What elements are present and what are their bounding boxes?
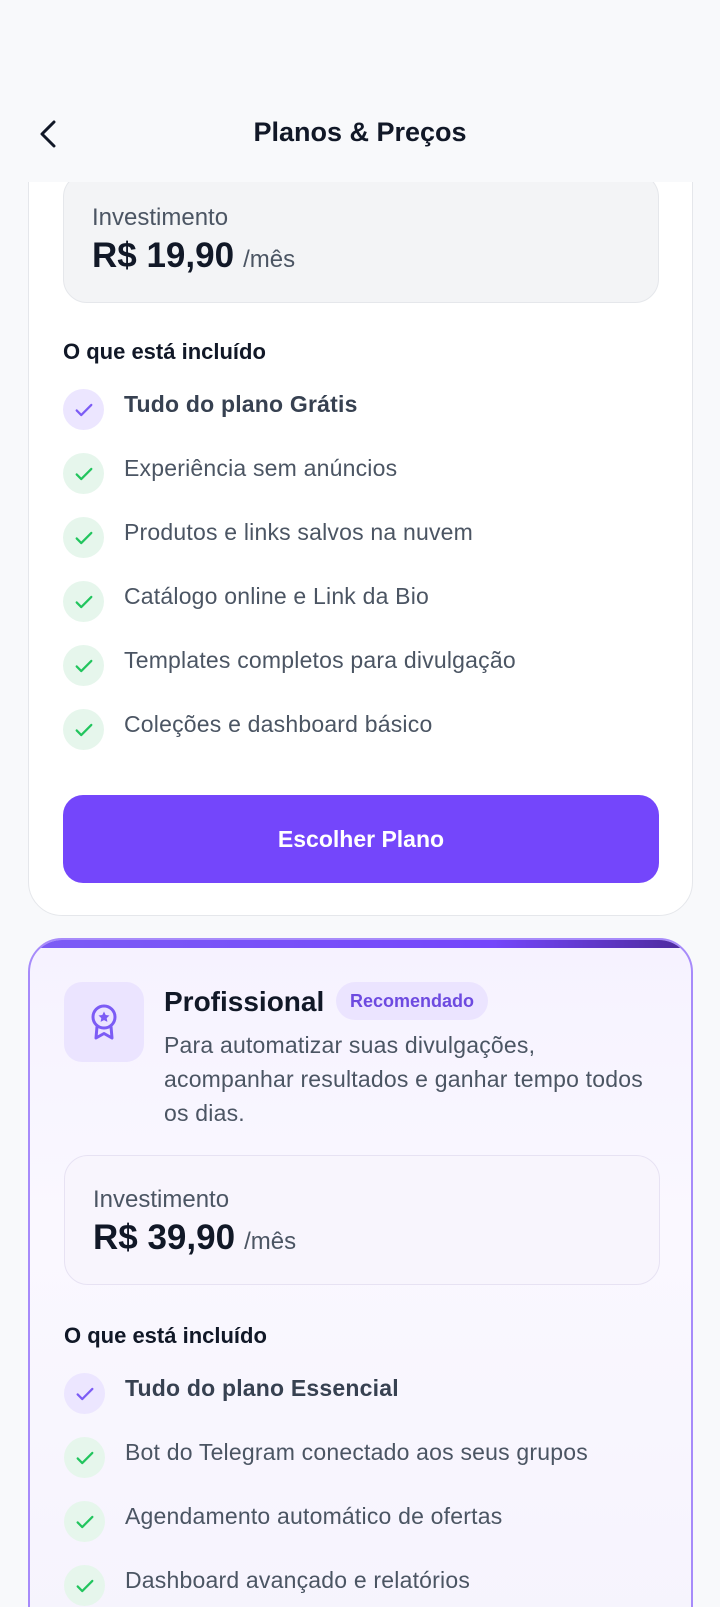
check-icon [63,581,104,622]
feature-list: Tudo do plano Essencial Bot do Telegram … [64,1373,664,1607]
check-icon [64,1501,105,1542]
price-period: /mês [244,1228,297,1255]
feature-item: Dashboard avançado e relatórios [64,1565,664,1607]
plan-card-profissional: Profissional Recomendado Para automatiza… [28,938,693,1607]
feature-item: Templates completos para divulgação [63,645,663,711]
feature-item: Bot do Telegram conectado aos seus grupo… [64,1437,664,1503]
check-icon [63,645,104,686]
pricing-page: Investimento R$ 19,90 /mês O que está in… [0,0,720,1607]
plan-card-essencial: Investimento R$ 19,90 /mês O que está in… [28,120,693,916]
feature-text: Coleções e dashboard básico [124,711,433,737]
recommended-badge: Recomendado [336,982,489,1020]
recommended-accent-bar [30,940,691,948]
feature-text: Tudo do plano Grátis [124,391,358,417]
choose-plan-button[interactable]: Escolher Plano [63,795,659,883]
feature-text: Dashboard avançado e relatórios [125,1567,471,1593]
feature-item: Tudo do plano Essencial [64,1373,664,1439]
feature-item: Agendamento automático de ofertas [64,1501,664,1567]
check-icon [64,1437,105,1478]
feature-text: Tudo do plano Essencial [125,1375,399,1401]
check-icon [64,1565,105,1606]
feature-item: Experiência sem anúncios [63,453,663,519]
app-header: Planos & Preços [0,0,720,182]
investment-label: Investimento [93,1186,230,1213]
price-period: /mês [243,246,296,273]
check-icon [64,1373,105,1414]
feature-item: Coleções e dashboard básico [63,709,663,775]
investment-box: Investimento R$ 19,90 /mês [63,173,659,303]
page-title: Planos & Preços [253,117,467,147]
feature-item: Tudo do plano Grátis [63,389,663,455]
feature-item: Catálogo online e Link da Bio [63,581,663,647]
price: R$ 39,90 [93,1218,236,1257]
feature-text: Templates completos para divulgação [124,647,516,673]
plan-name: Profissional [164,986,325,1017]
plan-description: Para automatizar suas divulgações, acomp… [164,1032,643,1126]
check-icon [63,709,104,750]
check-icon [63,453,104,494]
feature-text: Bot do Telegram conectado aos seus grupo… [125,1439,588,1465]
award-icon [64,982,144,1062]
check-icon [63,389,104,430]
price-row: R$ 39,90 /mês [93,1218,296,1258]
price: R$ 19,90 [92,236,235,275]
feature-text: Experiência sem anúncios [124,455,398,481]
check-icon [63,517,104,558]
feature-text: Agendamento automático de ofertas [125,1503,503,1529]
investment-box: Investimento R$ 39,90 /mês [64,1155,660,1285]
included-title: O que está incluído [64,1323,267,1348]
feature-item: Produtos e links salvos na nuvem [63,517,663,583]
feature-text: Produtos e links salvos na nuvem [124,519,474,545]
feature-list: Tudo do plano Grátis Experiência sem anú… [63,389,663,775]
included-title: O que está incluído [63,339,266,364]
price-row: R$ 19,90 /mês [92,236,295,276]
feature-text: Catálogo online e Link da Bio [124,583,430,609]
investment-label: Investimento [92,204,229,231]
